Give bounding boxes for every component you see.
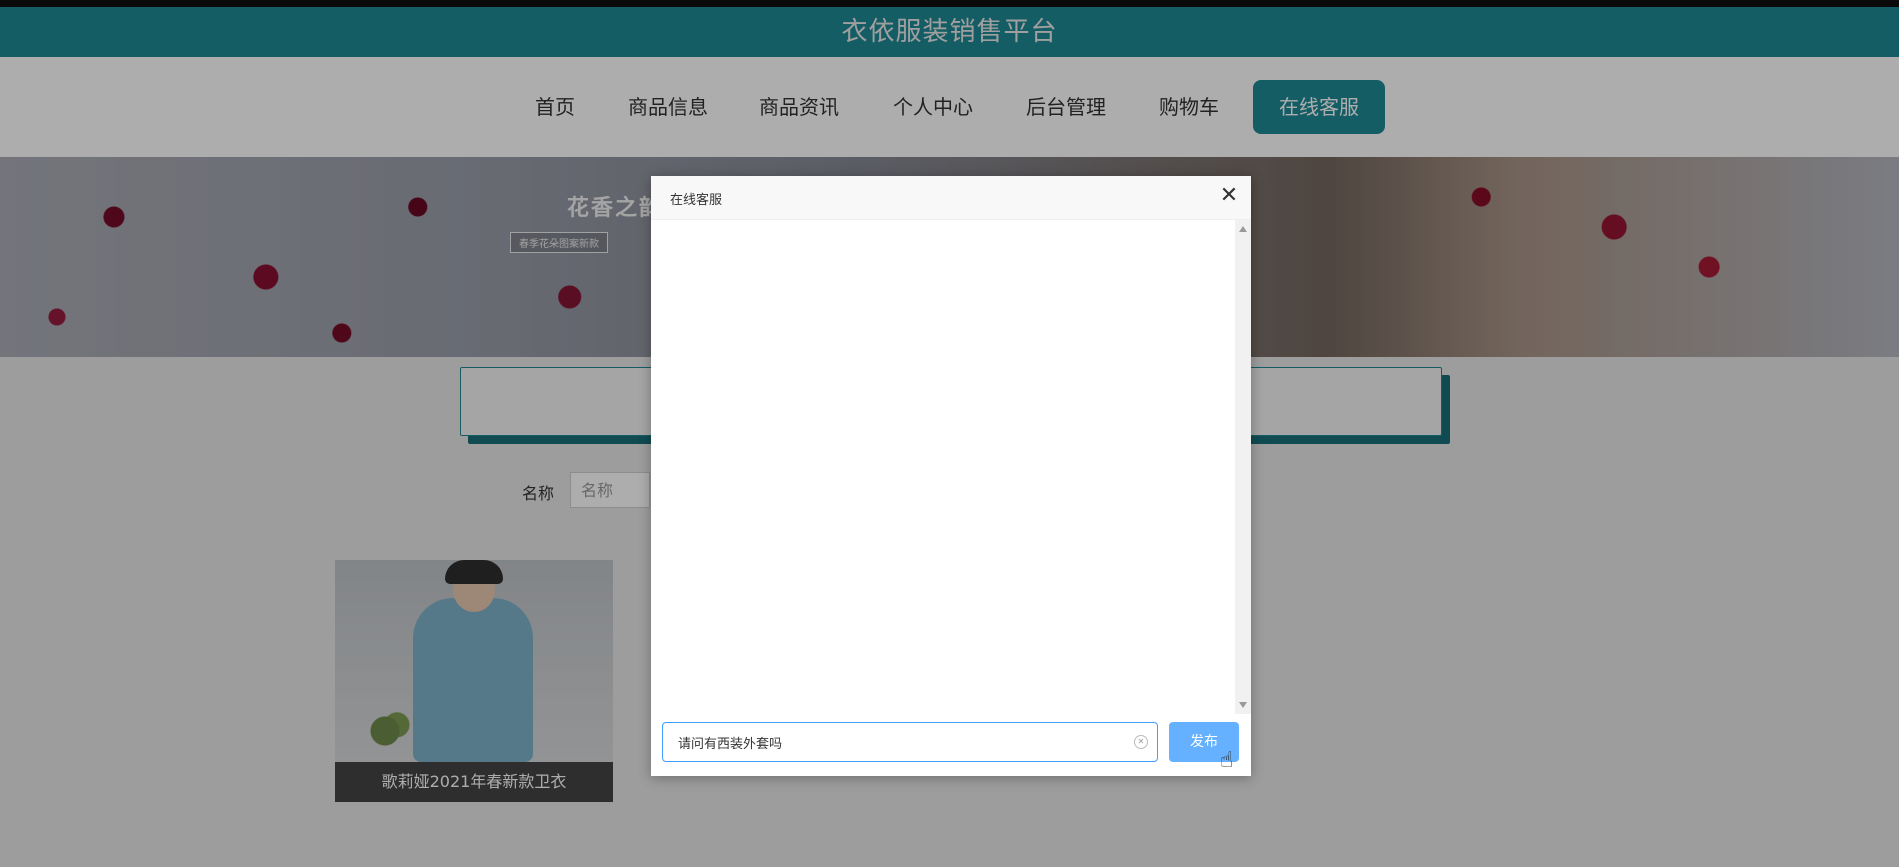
chat-message-area: [651, 220, 1235, 714]
chat-message-input[interactable]: [662, 722, 1158, 762]
scroll-up-icon[interactable]: [1239, 226, 1247, 232]
dialog-header: 在线客服 ✕: [651, 176, 1251, 220]
chat-input-row: ✕ 发布: [651, 722, 1251, 776]
chat-dialog: 在线客服 ✕ ✕ 发布: [651, 176, 1251, 776]
chat-scrollbar[interactable]: [1235, 220, 1251, 714]
clear-icon[interactable]: ✕: [1134, 735, 1148, 749]
scroll-down-icon[interactable]: [1239, 702, 1247, 708]
close-icon[interactable]: ✕: [1217, 184, 1241, 208]
hand-cursor-icon: ☝: [1220, 748, 1234, 773]
dialog-title: 在线客服: [670, 193, 723, 208]
